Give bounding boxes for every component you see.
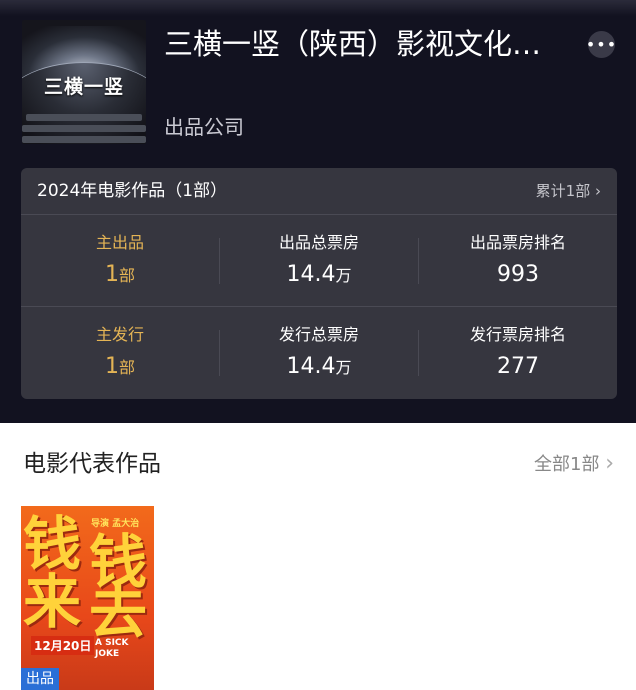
stat-label: 主发行: [95, 325, 144, 344]
stat-value: 277: [497, 354, 539, 379]
chevron-right-icon: ›: [605, 451, 614, 476]
logo-text: 三横一竖: [43, 76, 124, 98]
stats-row-distribution: 主发行 1部 发行总票房 14.4万 发行票房排名 277: [21, 307, 617, 399]
stat-value: 1部: [21, 261, 219, 290]
company-type: 出品公司: [164, 115, 244, 139]
poster-english-title: A SICK JOKE: [95, 638, 129, 660]
stats-total-link[interactable]: 累计1部 ›: [536, 181, 601, 201]
poster-date: 12月20日: [31, 636, 95, 655]
poster-credit: 导演 孟大治: [91, 519, 140, 529]
stat-unit: 部: [118, 266, 135, 285]
stat-number: 1: [104, 262, 119, 287]
stat-value: 14.4万: [220, 353, 418, 382]
stat-value: 993: [497, 262, 539, 287]
stat-cell-rank: 发行票房排名 277: [419, 307, 617, 399]
stat-unit: 万: [335, 358, 352, 377]
seat-row: [26, 114, 142, 121]
stat-label: 主出品: [95, 233, 144, 252]
poster-title-char: 来: [23, 568, 82, 636]
seat-row: [22, 125, 146, 132]
company-name: 三横一竖（陕西）影视文化…: [164, 27, 542, 61]
all-works-link[interactable]: 全部1部 ›: [534, 452, 614, 477]
chevron-right-icon: ›: [595, 182, 601, 200]
poster-title-char: 钱: [23, 510, 82, 578]
poster-english-line: JOKE: [95, 649, 120, 659]
stats-title: 2024年电影作品（1部）: [37, 181, 228, 201]
company-header: 三横一竖 三横一竖（陕西）影视文化… ••• 出品公司 2024年电影作品（1部…: [0, 0, 636, 423]
stat-unit: 部: [118, 358, 135, 377]
stat-number: 14.4: [286, 354, 336, 379]
more-dots-icon: •••: [585, 34, 618, 54]
stat-cell-role: 主发行 1部: [21, 307, 219, 399]
company-logo: 三横一竖: [22, 20, 146, 144]
status-bar-fade: [0, 0, 636, 16]
stat-number: 14.4: [286, 262, 336, 287]
section-title: 电影代表作品: [23, 451, 161, 477]
stat-label: 出品票房排名: [469, 233, 566, 252]
stat-cell-role: 主出品 1部: [21, 215, 219, 307]
stat-cell-box-office: 发行总票房 14.4万: [220, 307, 418, 399]
more-button[interactable]: •••: [585, 31, 618, 58]
stat-label: 出品总票房: [278, 233, 359, 252]
movie-poster[interactable]: 钱 来 钱 去 导演 孟大治 12月20日 A SICK JOKE 出品: [21, 506, 154, 690]
stats-row-production: 主出品 1部 出品总票房 14.4万 出品票房排名 993: [21, 215, 617, 307]
all-works-label: 全部1部: [534, 454, 600, 475]
stat-cell-box-office: 出品总票房 14.4万: [220, 215, 418, 307]
stat-value: 14.4万: [220, 261, 418, 290]
stats-card: 2024年电影作品（1部） 累计1部 › 主出品 1部 出品总票房 14.4万 …: [21, 168, 617, 399]
stats-total-label: 累计1部: [535, 182, 591, 200]
stat-value: 1部: [21, 353, 219, 382]
stat-label: 发行总票房: [278, 325, 359, 344]
logo-seats: [22, 108, 146, 144]
stats-card-header[interactable]: 2024年电影作品（1部） 累计1部 ›: [21, 168, 617, 215]
stat-label: 发行票房排名: [469, 325, 566, 344]
poster-title-char: 去: [89, 578, 148, 646]
seat-row: [22, 136, 146, 143]
stat-unit: 万: [335, 266, 352, 285]
stat-cell-rank: 出品票房排名 993: [419, 215, 617, 307]
poster-badge: 出品: [21, 668, 59, 690]
stat-number: 1: [104, 354, 119, 379]
poster-english-line: A SICK: [95, 638, 129, 648]
